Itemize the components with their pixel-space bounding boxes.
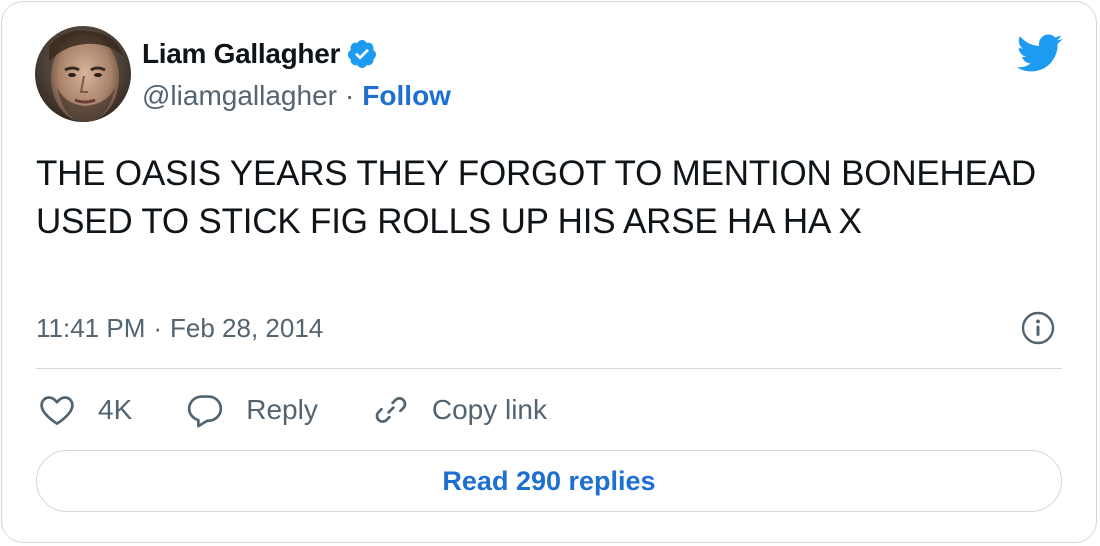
copy-link-button[interactable]: Copy link [372, 391, 547, 429]
tweet-time: 11:41 PM [36, 312, 146, 343]
like-count: 4K [98, 394, 133, 425]
author-name-row: Liam Gallagher [142, 36, 378, 72]
avatar[interactable] [35, 26, 131, 122]
twitter-bird-icon[interactable] [1015, 32, 1063, 74]
verified-badge-icon [346, 38, 378, 70]
timestamp-separator: · [153, 312, 163, 343]
heart-icon [40, 396, 74, 425]
reply-label: Reply [246, 394, 318, 425]
tweet-timestamp[interactable]: 11:41 PM · Feb 28, 2014 [36, 308, 323, 348]
link-icon [375, 397, 407, 423]
info-icon[interactable] [1020, 310, 1056, 346]
tweet-text: THE OASIS YEARS THEY FORGOT TO MENTION B… [36, 154, 1036, 241]
tweet-card: Liam Gallagher @liamgallagher · Follow T… [1, 1, 1097, 543]
divider [36, 368, 1062, 369]
action-bar: 4K Reply Copy link [38, 388, 601, 432]
avatar-photo [35, 26, 131, 122]
read-replies-button[interactable]: Read 290 replies [36, 450, 1062, 512]
tweet-date: Feb 28, 2014 [170, 312, 324, 343]
speech-bubble-icon [188, 395, 223, 428]
author-display-name[interactable]: Liam Gallagher [142, 38, 340, 70]
copy-link-label: Copy link [431, 394, 548, 425]
author-handle-row: @liamgallagher · Follow [142, 78, 451, 114]
separator-dot: · [344, 80, 355, 111]
reply-button[interactable]: Reply [186, 391, 318, 429]
like-button[interactable]: 4K [38, 391, 132, 429]
follow-link[interactable]: Follow [362, 80, 451, 112]
author-handle[interactable]: @liamgallagher [142, 80, 337, 112]
